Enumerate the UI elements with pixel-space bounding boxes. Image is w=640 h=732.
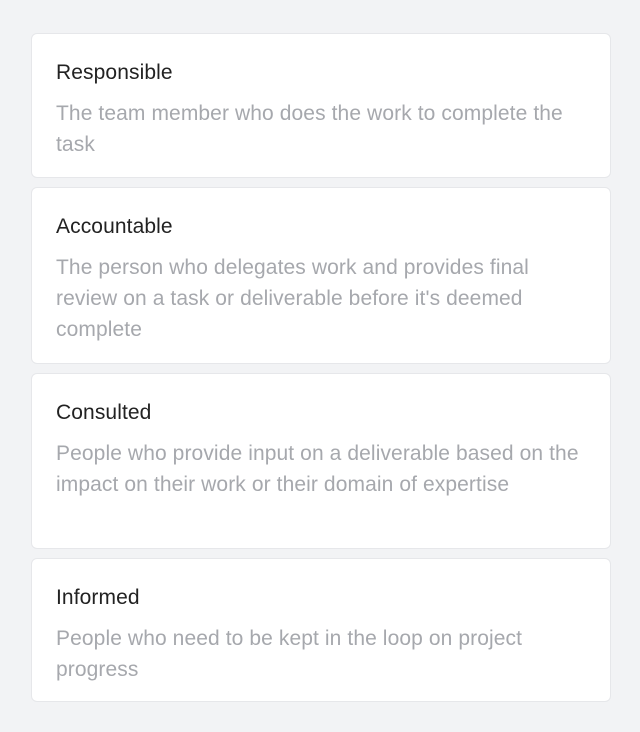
role-description: The team member who does the work to com… xyxy=(56,102,563,156)
role-card-consulted: Consulted People who provide input on a … xyxy=(31,373,611,549)
role-description: People who need to be kept in the loop o… xyxy=(56,627,523,681)
role-title: Accountable xyxy=(56,215,173,238)
role-card-accountable: Accountable The person who delegates wor… xyxy=(31,187,611,364)
role-description: People who provide input on a deliverabl… xyxy=(56,442,579,496)
role-title: Consulted xyxy=(56,401,152,424)
role-card-responsible: Responsible The team member who does the… xyxy=(31,33,611,178)
role-description: The person who delegates work and provid… xyxy=(56,256,529,341)
role-card-informed: Informed People who need to be kept in t… xyxy=(31,558,611,702)
role-title: Informed xyxy=(56,586,140,609)
role-title: Responsible xyxy=(56,61,173,84)
role-card-list: Responsible The team member who does the… xyxy=(31,33,611,711)
